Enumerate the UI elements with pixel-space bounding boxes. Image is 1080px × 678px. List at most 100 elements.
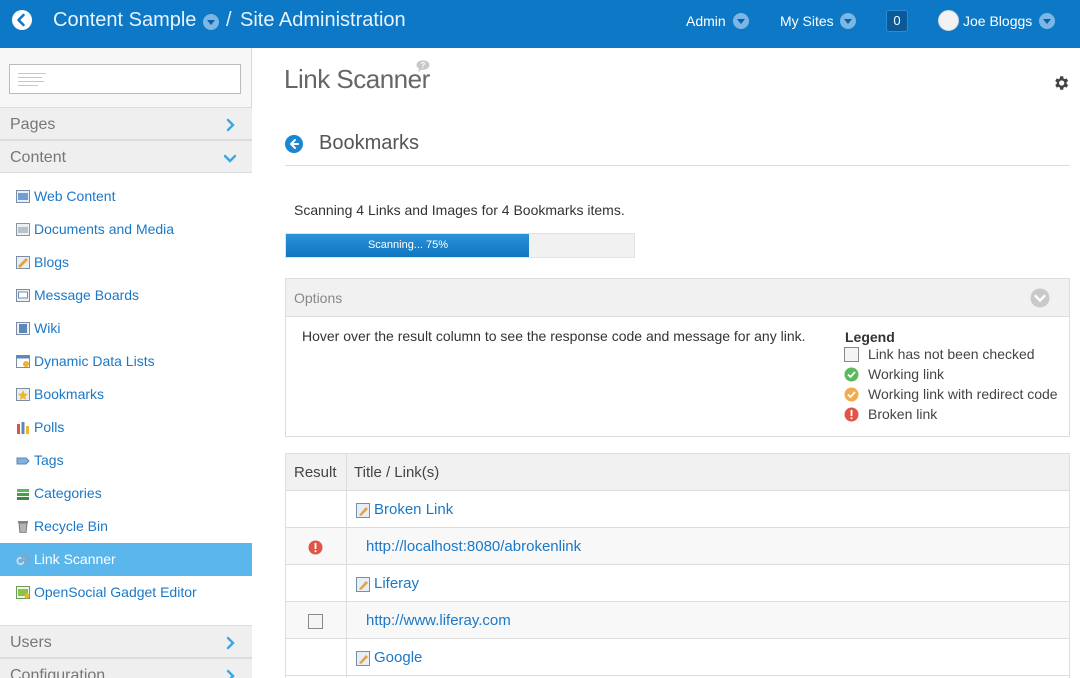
working-link-icon (844, 367, 859, 382)
sidebar-item-tags[interactable]: Tags (0, 444, 252, 477)
results-table: Result Title / Link(s) Broken Link http:… (285, 453, 1070, 678)
gadget-editor-icon (16, 586, 30, 599)
sidebar-item-label: Polls (34, 419, 65, 435)
legend-text: Working link (868, 366, 944, 382)
sidebar-section-pages[interactable]: Pages (0, 107, 252, 140)
web-content-icon (16, 190, 30, 203)
user-menu[interactable]: Joe Bloggs (963, 13, 1032, 29)
chevron-right-icon (226, 636, 235, 650)
table-row: Google (286, 639, 1069, 676)
sidebar-item-label: Blogs (34, 254, 70, 270)
table-row: http://www.liferay.com (286, 602, 1069, 639)
options-header[interactable]: Options (286, 279, 1069, 317)
sidebar-item-label: OpenSocial Gadget Editor (34, 584, 197, 600)
table-row: http://localhost:8080/abrokenlink (286, 528, 1069, 565)
help-icon[interactable]: ? (416, 60, 430, 72)
bookmark-url-link[interactable]: http://www.liferay.com (366, 612, 511, 629)
sidebar-item-opensocial-gadget-editor[interactable]: OpenSocial Gadget Editor (0, 576, 252, 609)
gear-icon[interactable] (1052, 74, 1070, 92)
sidebar-item-link-scanner[interactable]: Link Scanner (0, 543, 252, 576)
polls-icon (17, 422, 29, 434)
categories-icon (17, 489, 29, 500)
bookmark-title-link[interactable]: Broken Link (374, 501, 453, 518)
breadcrumb-separator: / (226, 9, 232, 31)
sidebar-item-label: Recycle Bin (34, 518, 108, 534)
bookmark-entry-icon (356, 651, 370, 666)
sidebar-section-label: Pages (10, 116, 56, 133)
sidebar-item-bookmarks[interactable]: Bookmarks (0, 378, 252, 411)
ddl-icon (16, 355, 30, 368)
sidebar-item-label: Tags (34, 452, 64, 468)
chevron-down-icon (223, 154, 237, 163)
search-input[interactable] (9, 64, 241, 94)
collapse-chevron-icon[interactable] (1030, 288, 1050, 308)
user-dropdown-icon[interactable] (1039, 13, 1055, 29)
bookmark-title-link[interactable]: Google (374, 649, 422, 666)
sidebar-item-web-content[interactable]: Web Content (0, 180, 252, 213)
sidebar-item-dynamic-data-lists[interactable]: Dynamic Data Lists (0, 345, 252, 378)
bookmark-title-link[interactable]: Liferay (374, 575, 419, 592)
unchecked-icon[interactable] (308, 614, 323, 629)
avatar[interactable] (938, 10, 959, 31)
options-hint: Hover over the result column to see the … (302, 328, 806, 344)
unchecked-icon (844, 347, 859, 362)
chevron-right-icon (226, 669, 235, 678)
notification-count[interactable]: 0 (886, 10, 908, 32)
my-sites-dropdown-icon[interactable] (840, 13, 856, 29)
admin-dropdown-icon[interactable] (733, 13, 749, 29)
sidebar-section-label: Content (10, 149, 67, 166)
sidebar-item-label: Bookmarks (34, 386, 105, 402)
back-icon[interactable] (12, 10, 32, 30)
legend-text: Broken link (868, 406, 938, 422)
sidebar-section-configuration[interactable]: Configuration (0, 658, 252, 678)
wiki-icon (16, 322, 30, 335)
options-panel: Options Hover over the result column to … (285, 278, 1070, 437)
bookmark-entry-icon (356, 577, 370, 592)
table-row: Broken Link (286, 491, 1069, 528)
sidebar-item-documents-and-media[interactable]: Documents and Media (0, 213, 252, 246)
broken-link-icon[interactable] (308, 540, 323, 555)
sidebar-item-label: Documents and Media (34, 221, 175, 237)
sidebar-item-message-boards[interactable]: Message Boards (0, 279, 252, 312)
sidebar-item-polls[interactable]: Polls (0, 411, 252, 444)
sidebar-item-label: Web Content (34, 188, 116, 204)
recycle-bin-icon (18, 521, 28, 533)
table-header: Result Title / Link(s) (286, 454, 1069, 491)
sidebar-item-recycle-bin[interactable]: Recycle Bin (0, 510, 252, 543)
sidebar-section-users[interactable]: Users (0, 625, 252, 658)
sidebar-section-content[interactable]: Content (0, 140, 252, 173)
chevron-right-icon (226, 118, 235, 132)
search-placeholder-icon (18, 73, 46, 89)
my-sites-menu[interactable]: My Sites (780, 13, 834, 29)
divider (285, 165, 1070, 166)
tags-icon (16, 457, 30, 465)
legend-title: Legend (845, 329, 895, 345)
sidebar-item-label: Categories (34, 485, 102, 501)
sidebar-item-categories[interactable]: Categories (0, 477, 252, 510)
content-menu: Web Content Documents and Media Blogs Me… (0, 173, 252, 625)
admin-menu[interactable]: Admin (686, 13, 726, 29)
bookmarks-icon (16, 388, 30, 401)
link-scanner-icon (16, 553, 30, 566)
top-bar: Content Sample / Site Administration Adm… (0, 0, 1080, 48)
site-dropdown-icon[interactable] (203, 14, 219, 30)
page-title: Link Scanner (284, 64, 430, 94)
table-row: Liferay (286, 565, 1069, 602)
column-divider (346, 454, 347, 678)
sidebar-item-label: Link Scanner (34, 551, 116, 567)
sidebar-item-label: Dynamic Data Lists (34, 353, 155, 369)
progress-label: Scanning... 75% (367, 239, 449, 251)
bookmark-url-link[interactable]: http://localhost:8080/abrokenlink (366, 538, 581, 555)
back-arrow-icon[interactable] (285, 135, 303, 153)
column-header-result: Result (294, 464, 337, 481)
message-boards-icon (16, 289, 30, 302)
section-title: Bookmarks (319, 132, 420, 154)
sidebar-item-blogs[interactable]: Blogs (0, 246, 252, 279)
sidebar-section-label: Users (10, 634, 52, 651)
progress-bar: Scanning... 75% (285, 233, 635, 258)
blogs-icon (16, 256, 30, 269)
sidebar-item-label: Wiki (34, 320, 61, 336)
site-name[interactable]: Content Sample (53, 9, 196, 32)
svg-text:?: ? (421, 61, 426, 70)
sidebar-item-wiki[interactable]: Wiki (0, 312, 252, 345)
